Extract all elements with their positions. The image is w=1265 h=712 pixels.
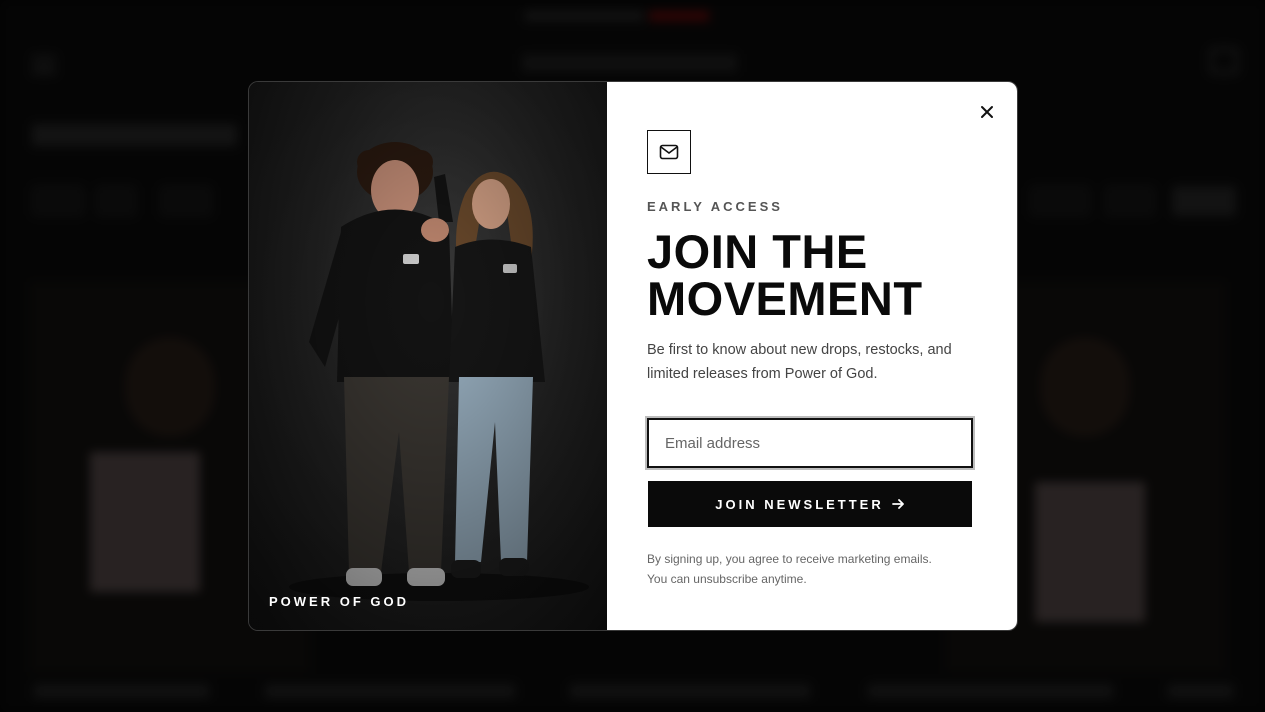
eyebrow-label: EARLY ACCESS (647, 199, 783, 214)
mail-icon-box (647, 130, 691, 174)
promo-photo: POWER OF GOD (249, 82, 607, 630)
arrow-right-icon (891, 499, 904, 509)
join-newsletter-button[interactable]: JOIN NEWSLETTER (648, 481, 972, 527)
modal-headline: JOIN THE MOVEMENT (647, 228, 977, 322)
modal-description: Be first to know about new drops, restoc… (647, 342, 952, 382)
headline-line-2: MOVEMENT (647, 272, 923, 325)
mail-icon (659, 144, 679, 160)
consent-line-2: You can unsubscribe anytime. (647, 572, 807, 586)
consent-text: By signing up, you agree to receive mark… (647, 549, 977, 589)
newsletter-modal: POWER OF GOD EARLY ACCESS JOIN THE MOVEM… (248, 81, 1018, 631)
consent-line-1: By signing up, you agree to receive mark… (647, 552, 932, 566)
close-icon (981, 106, 993, 118)
join-newsletter-label: JOIN NEWSLETTER (715, 496, 884, 512)
headline-line-1: JOIN THE (647, 225, 868, 278)
models-illustration (249, 82, 607, 630)
signup-panel: EARLY ACCESS JOIN THE MOVEMENT Be first … (607, 82, 1017, 630)
email-input[interactable] (647, 418, 973, 468)
close-button[interactable] (975, 100, 999, 124)
photo-caption: POWER OF GOD (269, 594, 409, 609)
